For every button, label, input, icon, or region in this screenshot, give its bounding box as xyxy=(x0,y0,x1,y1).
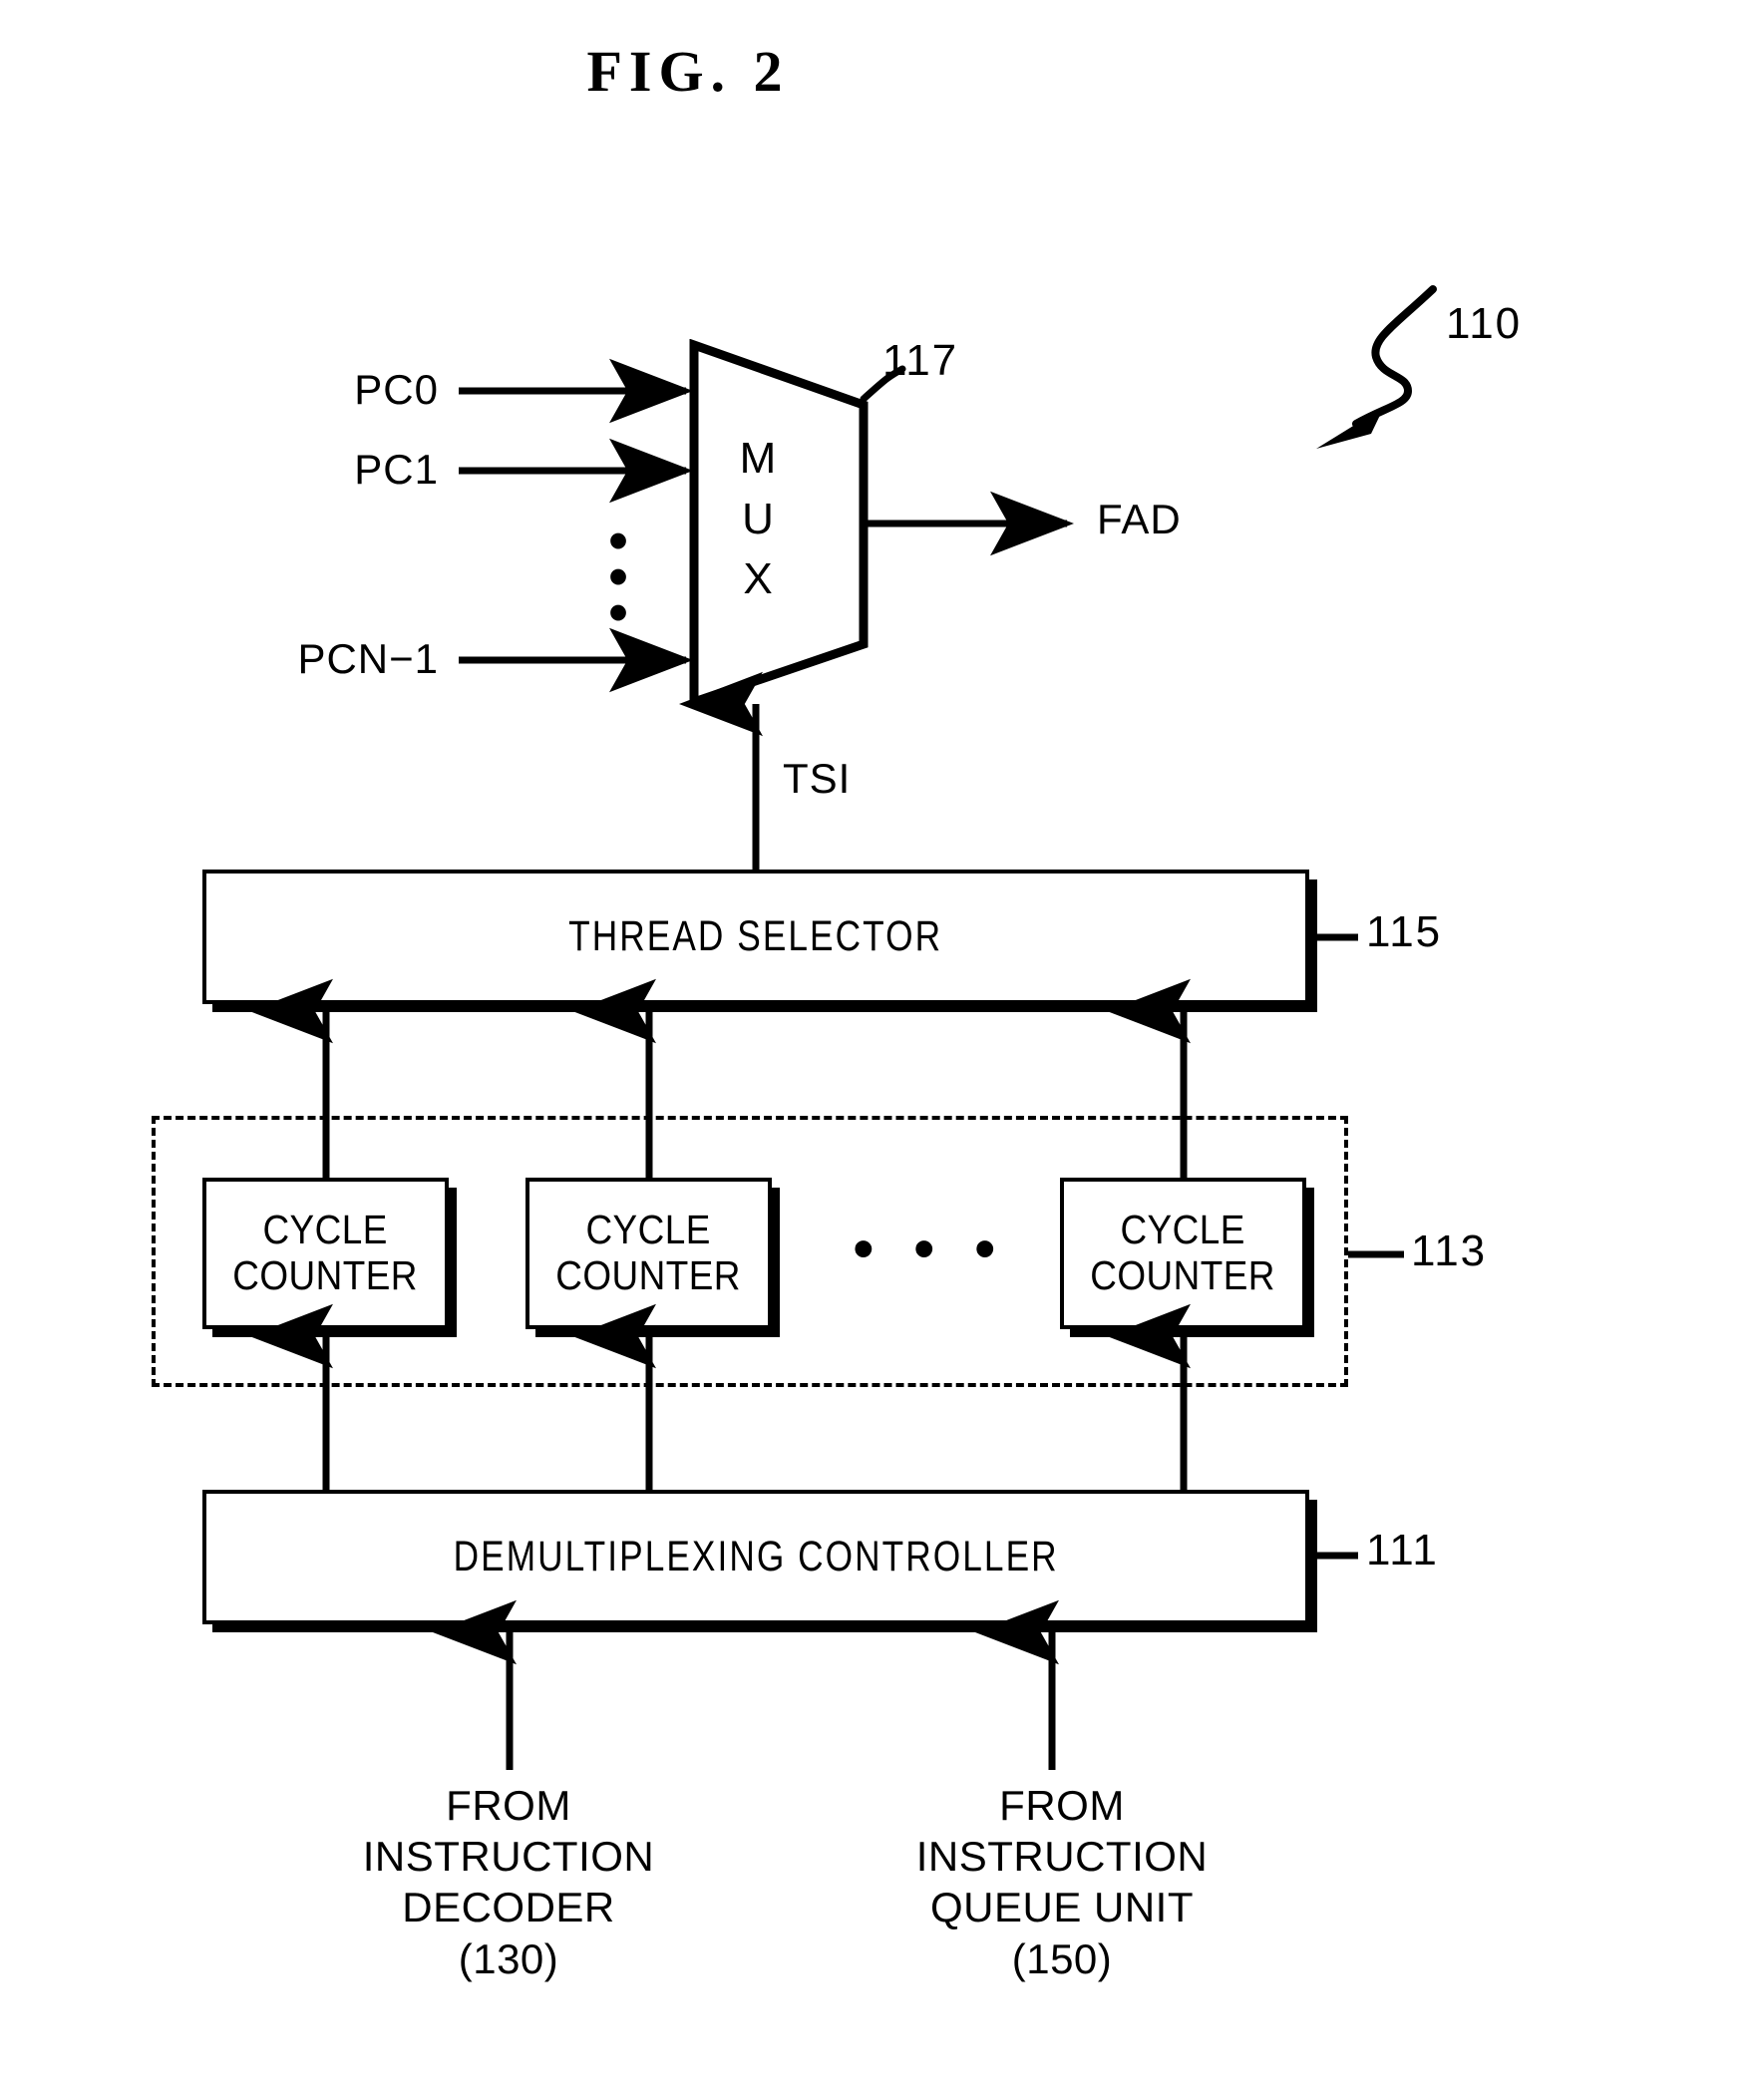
source-1-line1: FROM xyxy=(446,1782,571,1829)
source-2-line4: (150) xyxy=(1011,1934,1113,1982)
block-cycle-counter-1-label: CYCLE COUNTER xyxy=(232,1207,419,1299)
source-2-line3: QUEUE UNIT xyxy=(929,1884,1194,1931)
block-cycle-counter-3-label: CYCLE COUNTER xyxy=(1090,1207,1276,1299)
mux-input-label-pcn-1: PCN−1 xyxy=(297,635,439,682)
block-thread-selector[interactable]: THREAD SELECTOR xyxy=(202,870,1309,1004)
source-caption-instruction-decoder: FROM INSTRUCTION DECODER (130) xyxy=(329,1780,688,1984)
reference-numeral-115: 115 xyxy=(1366,907,1443,956)
cycle-counter-2-line1: CYCLE xyxy=(585,1207,712,1253)
reference-numeral-110: 110 xyxy=(1446,299,1523,348)
block-demultiplexing-controller[interactable]: DEMULTIPLEXING CONTROLLER xyxy=(202,1490,1309,1624)
cycle-counter-2-line2: COUNTER xyxy=(555,1252,742,1298)
mux-letter-u: U xyxy=(742,494,774,543)
source-caption-instruction-queue-unit: FROM INSTRUCTION QUEUE UNIT (150) xyxy=(863,1780,1261,1984)
cycle-counter-1-line2: COUNTER xyxy=(232,1252,419,1298)
block-demultiplexing-controller-label: DEMULTIPLEXING CONTROLLER xyxy=(453,1533,1059,1581)
block-cycle-counter-3[interactable]: CYCLE COUNTER xyxy=(1060,1178,1306,1329)
mux-output-label-fad: FAD xyxy=(1097,496,1182,542)
patent-figure-page: FIG. 2 M U X PC0 PC1 PCN−1 • • • FAD TSI 1… xyxy=(0,0,1750,2100)
cycle-counter-3-line2: COUNTER xyxy=(1090,1252,1276,1298)
source-1-line3: DECODER xyxy=(402,1884,615,1931)
leader-110-squiggle xyxy=(1352,285,1437,428)
block-thread-selector-label: THREAD SELECTOR xyxy=(568,912,943,961)
reference-numeral-113: 113 xyxy=(1411,1226,1488,1275)
mux-letter-m: M xyxy=(739,434,777,483)
source-1-line4: (130) xyxy=(458,1934,559,1982)
source-2-line1: FROM xyxy=(999,1782,1125,1829)
source-1-line2: INSTRUCTION xyxy=(362,1833,655,1881)
cycle-counter-1-line1: CYCLE xyxy=(262,1207,389,1253)
mux-input-ellipsis: • • • xyxy=(607,509,629,645)
reference-numeral-111: 111 xyxy=(1366,1526,1439,1575)
block-cycle-counter-1[interactable]: CYCLE COUNTER xyxy=(202,1178,449,1329)
mux-label: M U X xyxy=(723,429,793,610)
source-2-line2: INSTRUCTION xyxy=(915,1833,1209,1881)
block-cycle-counter-2-label: CYCLE COUNTER xyxy=(555,1207,742,1299)
reference-numeral-117: 117 xyxy=(882,336,959,385)
cycle-counter-3-line1: CYCLE xyxy=(1120,1207,1246,1253)
mux-input-label-pc1: PC1 xyxy=(354,446,439,493)
mux-select-label-tsi: TSI xyxy=(783,755,852,802)
block-cycle-counter-2[interactable]: CYCLE COUNTER xyxy=(525,1178,772,1329)
leader-110-arrowhead xyxy=(1316,407,1384,449)
figure-title: FIG. 2 xyxy=(586,39,790,104)
cycle-counter-ellipsis: • • • xyxy=(853,1215,1007,1283)
mux-input-label-pc0: PC0 xyxy=(354,366,439,413)
mux-letter-x: X xyxy=(743,554,773,604)
